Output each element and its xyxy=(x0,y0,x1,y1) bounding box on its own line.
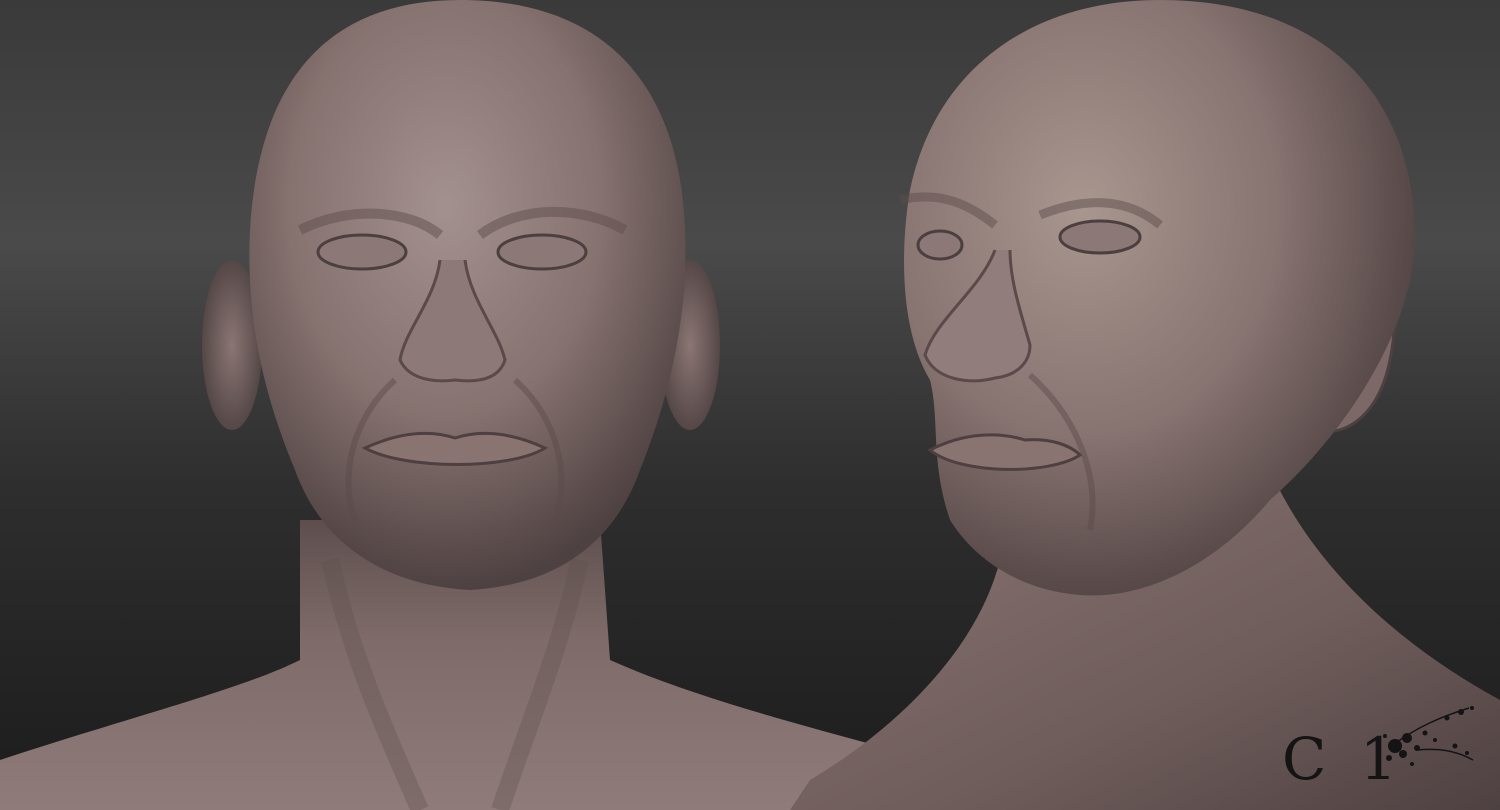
render-canvas: C 1 xyxy=(0,0,1500,810)
signature-letter: C xyxy=(1282,725,1327,793)
ink-splatter-icon xyxy=(1383,706,1474,766)
three-quarter-head-sculpt xyxy=(790,0,1500,810)
quarter-eye-far xyxy=(916,229,964,261)
front-eye-left xyxy=(316,233,408,271)
quarter-eye-near xyxy=(1058,219,1142,255)
front-eye-right xyxy=(496,233,588,271)
artist-signature: C 1 xyxy=(1282,698,1482,788)
three-quarter-view-render xyxy=(790,0,1500,810)
